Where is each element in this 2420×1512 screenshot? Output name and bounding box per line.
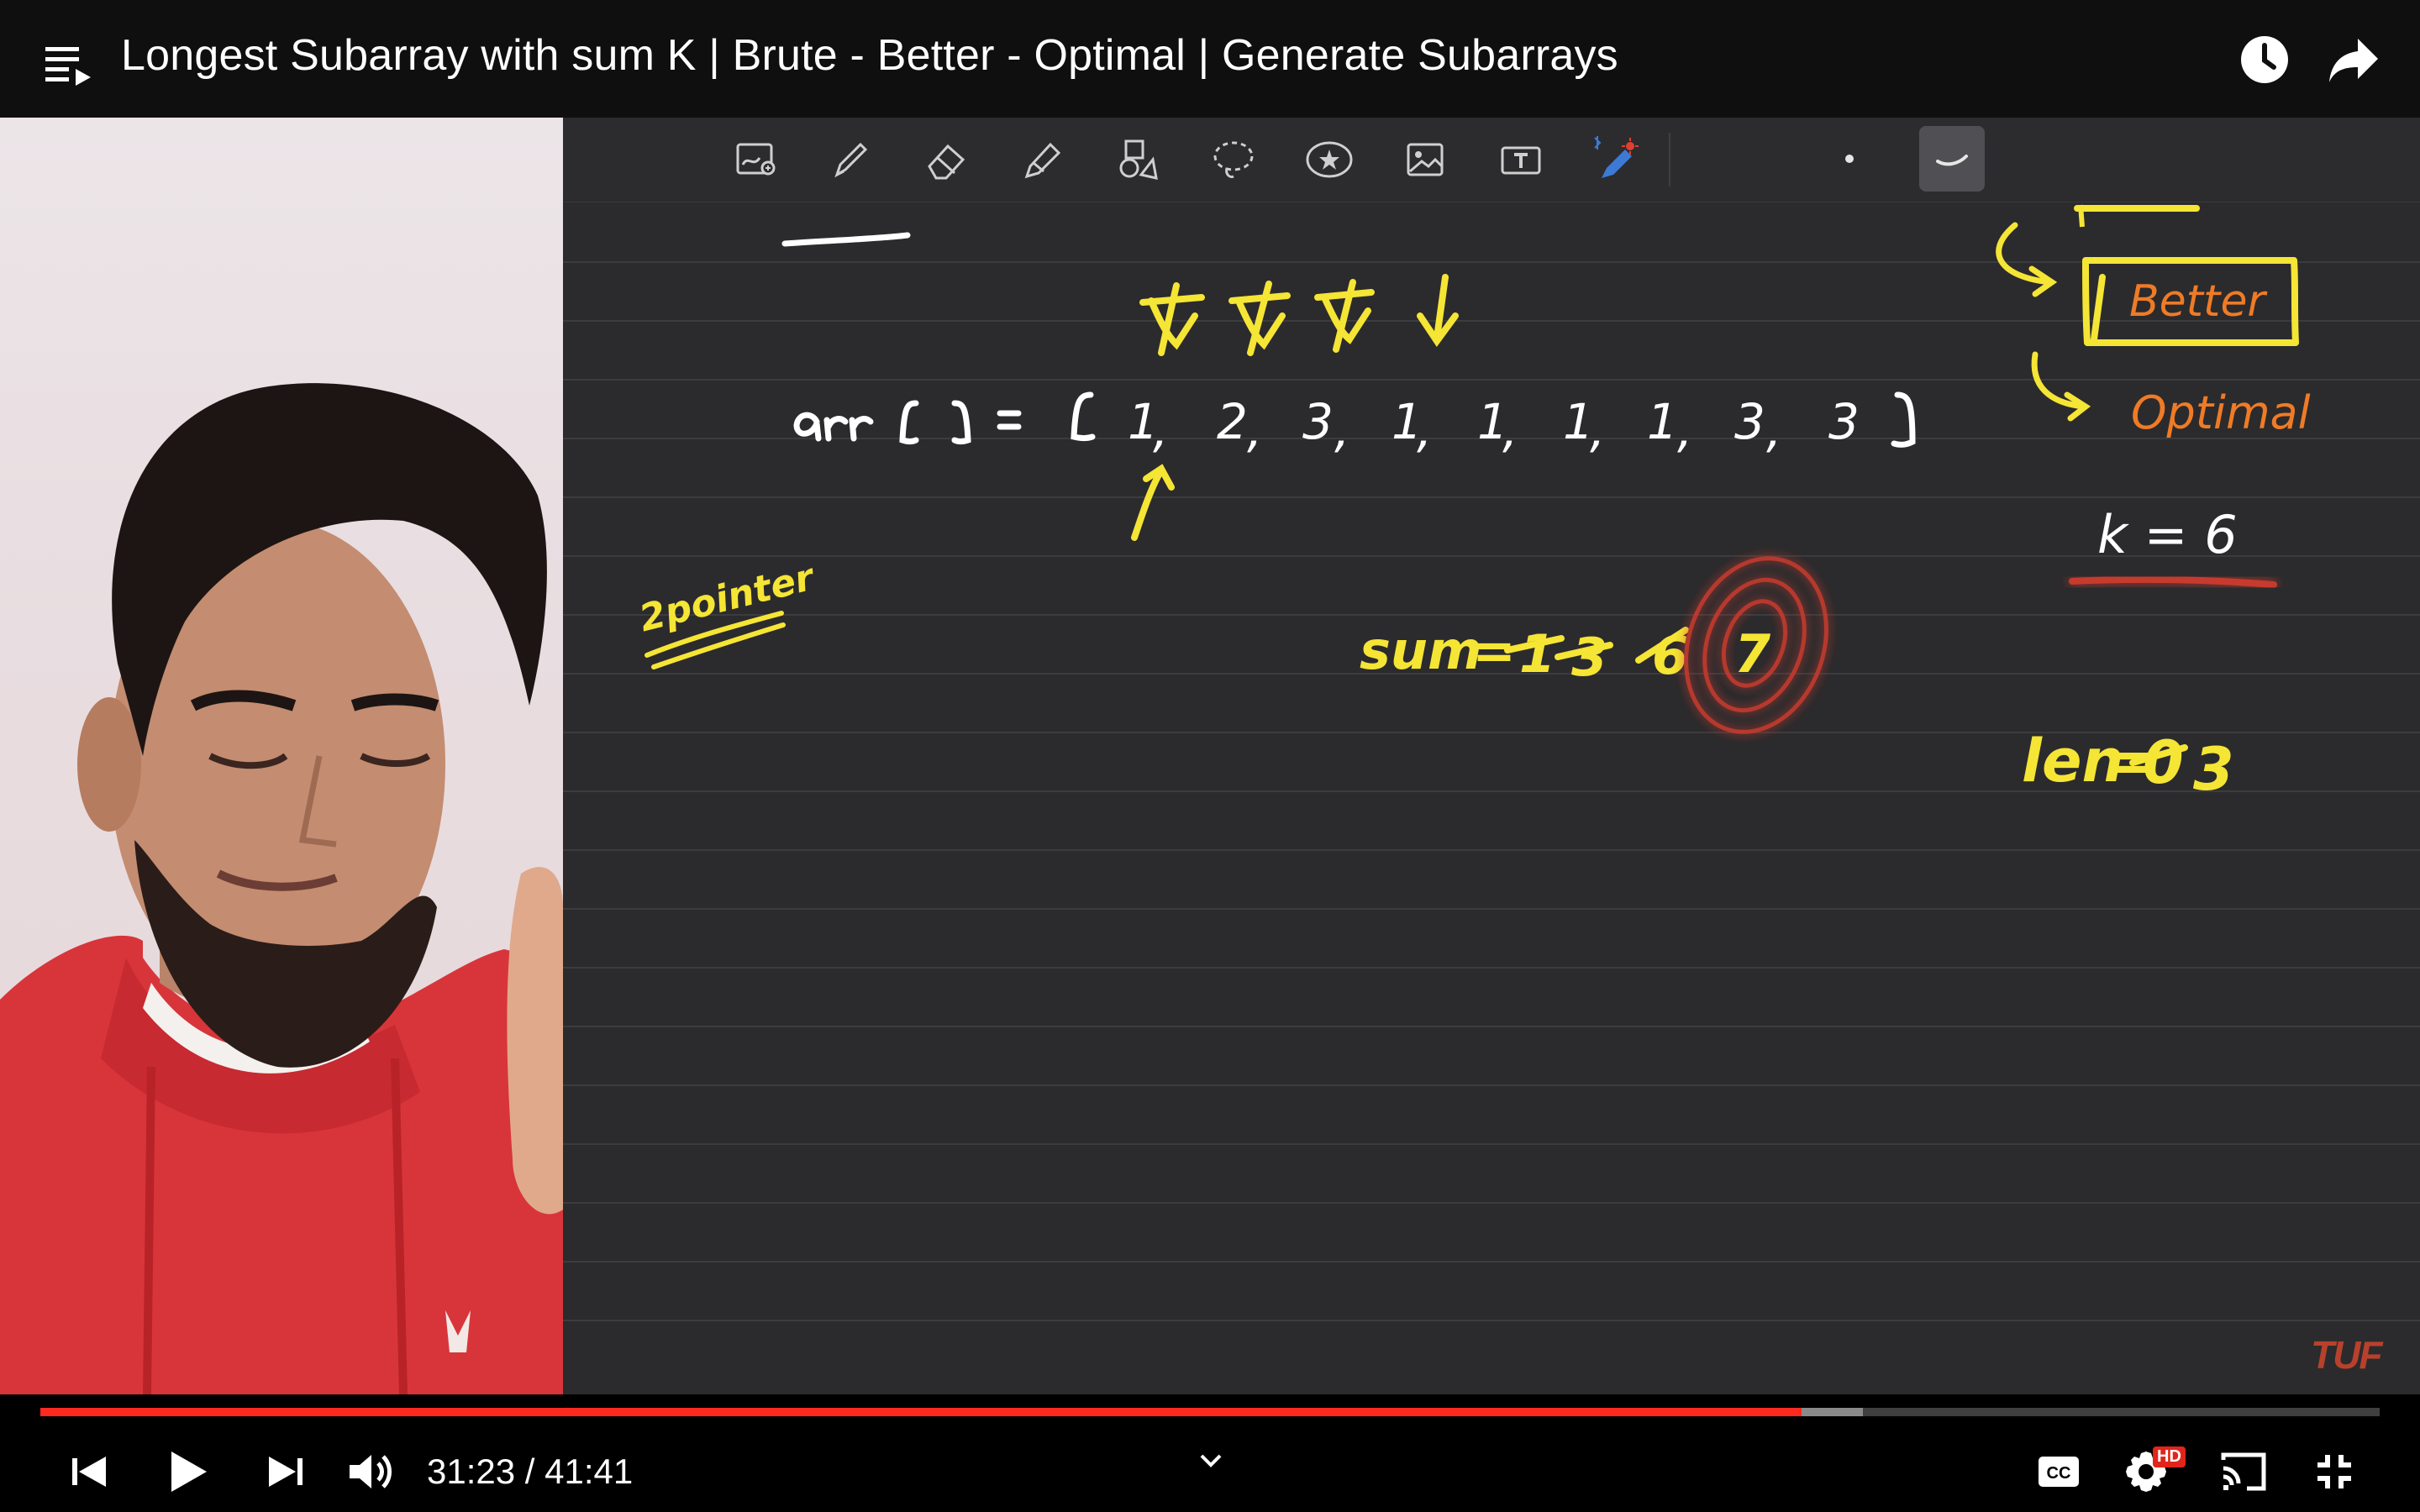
svg-text:,: , bbox=[1502, 402, 1518, 459]
share-arrow-icon[interactable] bbox=[2328, 37, 2380, 84]
video-frame[interactable]: 1 , 2 , 3 , 1 , 1 , 1 , 1 , 3 , 3 2point… bbox=[0, 118, 2420, 1394]
skip-previous-icon[interactable] bbox=[64, 1445, 118, 1499]
hd-badge: HD bbox=[2153, 1446, 2186, 1467]
array-value: 3 bbox=[1734, 393, 1765, 450]
k-value: k = 6 bbox=[2097, 504, 2238, 565]
skip-next-icon[interactable] bbox=[257, 1445, 311, 1499]
svg-text:,: , bbox=[1766, 402, 1781, 459]
svg-text:,: , bbox=[1334, 402, 1349, 459]
presenter-camera bbox=[0, 118, 563, 1394]
svg-text:,: , bbox=[1417, 402, 1432, 459]
time-display: 31:23 / 41:41 bbox=[427, 1452, 634, 1491]
playlist-icon[interactable] bbox=[44, 40, 94, 91]
volume-icon[interactable] bbox=[343, 1445, 397, 1499]
cast-icon[interactable] bbox=[2217, 1445, 2270, 1499]
svg-text:3: 3 bbox=[2193, 735, 2234, 804]
optimal-label: Optimal bbox=[2131, 386, 2311, 439]
play-icon[interactable] bbox=[160, 1445, 213, 1499]
array-value: 3 bbox=[1302, 393, 1334, 450]
progress-bar[interactable] bbox=[40, 1408, 2380, 1416]
svg-text:,: , bbox=[1153, 402, 1168, 459]
svg-text:3: 3 bbox=[1571, 627, 1607, 688]
progress-played bbox=[40, 1408, 1802, 1416]
handwritten-notes: 1 , 2 , 3 , 1 , 1 , 1 , 1 , 3 , 3 2point… bbox=[635, 204, 2311, 804]
chevron-down-icon[interactable] bbox=[1197, 1446, 1225, 1475]
svg-text:1: 1 bbox=[1519, 623, 1555, 685]
exit-fullscreen-icon[interactable] bbox=[2307, 1445, 2361, 1499]
array-value: 3 bbox=[1828, 393, 1860, 450]
svg-text:,: , bbox=[1677, 402, 1692, 459]
channel-watermark: TUF bbox=[2311, 1333, 2382, 1377]
whiteboard-canvas[interactable]: 1 , 2 , 3 , 1 , 1 , 1 , 1 , 3 , 3 2point… bbox=[563, 118, 2420, 1394]
array-value: 2 bbox=[1217, 393, 1248, 450]
clock-icon[interactable] bbox=[2238, 34, 2291, 86]
svg-text:sum: sum bbox=[1360, 620, 1482, 681]
player-controls: 31:23 / 41:41 CC HD bbox=[0, 1394, 2420, 1512]
captions-icon[interactable]: CC bbox=[2032, 1445, 2086, 1499]
array-value: 1 bbox=[1647, 393, 1678, 450]
svg-text:,: , bbox=[1247, 402, 1262, 459]
video-title-bar: Longest Subarray with sum K | Brute - Be… bbox=[0, 0, 2420, 118]
presenter-image bbox=[0, 383, 563, 1394]
better-label: Better bbox=[2129, 276, 2268, 327]
svg-text:CC: CC bbox=[2047, 1464, 2071, 1483]
svg-text:0: 0 bbox=[2143, 728, 2184, 797]
svg-text:,: , bbox=[1590, 402, 1605, 459]
video-title[interactable]: Longest Subarray with sum K | Brute - Be… bbox=[121, 30, 1618, 81]
